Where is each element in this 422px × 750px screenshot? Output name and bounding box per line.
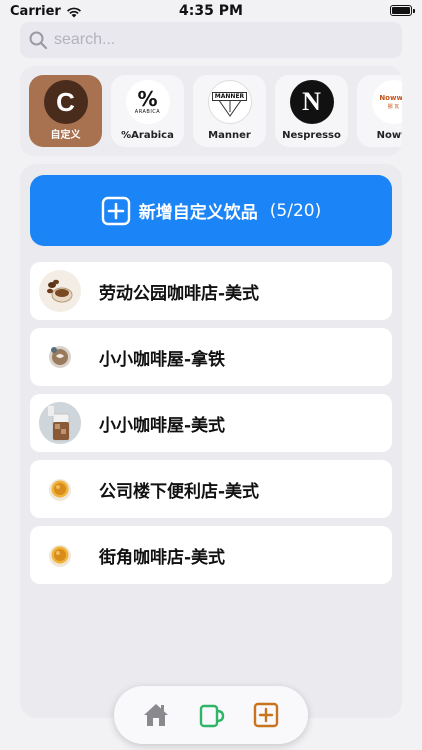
battery-icon bbox=[390, 5, 415, 16]
manner-logo-text: MANNER bbox=[211, 92, 248, 101]
plus-square-icon bbox=[254, 702, 279, 728]
brand-item-custom[interactable]: C 自定义 bbox=[29, 75, 102, 147]
main-panel: 新增自定义饮品 (5/20) 劳动公园咖啡店-美式 小小咖啡屋-拿铁 小小咖啡屋… bbox=[20, 164, 402, 718]
add-button-label: 新增自定义饮品 bbox=[138, 203, 258, 223]
arabica-logo: % ARABICA bbox=[125, 80, 170, 124]
list-item[interactable]: 小小咖啡屋-拿铁 bbox=[30, 328, 392, 386]
manner-logo: MANNER bbox=[207, 80, 252, 124]
nespresso-logo: N bbox=[289, 80, 334, 124]
custom-logo: C bbox=[43, 80, 88, 124]
iced-coffee-glass-icon bbox=[39, 402, 81, 444]
search-input[interactable] bbox=[54, 31, 374, 49]
nowwa-logo-subtext: 挪 瓦 bbox=[387, 104, 400, 110]
drink-name: 小小咖啡屋-拿铁 bbox=[99, 349, 226, 370]
brand-name-manner: Manner bbox=[208, 130, 251, 141]
nespresso-logo-letter: N bbox=[302, 87, 321, 116]
home-icon bbox=[143, 704, 168, 726]
brand-name-nespresso: Nespresso bbox=[282, 130, 341, 141]
brand-item-nespresso[interactable]: N Nespresso bbox=[275, 75, 348, 147]
list-item[interactable]: 街角咖啡店-美式 bbox=[30, 526, 392, 584]
tab-bar bbox=[114, 686, 308, 744]
brand-strip[interactable]: C 自定义 % ARABICA %Arabica MANNER Manner N… bbox=[20, 66, 402, 156]
add-button-count: (5/20) bbox=[269, 200, 322, 221]
brand-name-arabica: %Arabica bbox=[121, 130, 174, 141]
custom-logo-letter: C bbox=[56, 86, 75, 117]
list-item[interactable]: 公司楼下便利店-美式 bbox=[30, 460, 392, 518]
coffee-cup-topview-icon bbox=[39, 468, 81, 510]
list-item[interactable]: 小小咖啡屋-美式 bbox=[30, 394, 392, 452]
search-bar[interactable] bbox=[20, 22, 402, 58]
arabica-logo-subtext: ARABICA bbox=[134, 109, 161, 115]
tab-home[interactable] bbox=[138, 697, 174, 733]
search-icon bbox=[29, 31, 48, 50]
status-time: 4:35 PM bbox=[179, 3, 243, 19]
nowwa-logo: Nowwa 挪 瓦 bbox=[371, 80, 402, 124]
manner-logo-art bbox=[214, 95, 245, 117]
brand-item-manner[interactable]: MANNER Manner bbox=[193, 75, 266, 147]
drink-name: 公司楼下便利店-美式 bbox=[99, 481, 260, 502]
drink-name: 小小咖啡屋-美式 bbox=[99, 415, 226, 436]
tab-drinks[interactable] bbox=[193, 697, 229, 733]
drink-list: 劳动公园咖啡店-美式 小小咖啡屋-拿铁 小小咖啡屋-美式 公司楼下便利店-美式 … bbox=[30, 262, 392, 592]
latte-cup-icon bbox=[39, 336, 81, 378]
brand-name-custom: 自定义 bbox=[50, 130, 81, 141]
nowwa-logo-text: Nowwa bbox=[379, 94, 402, 102]
brand-name-nowwa: Noww bbox=[376, 130, 402, 141]
tab-add[interactable] bbox=[248, 697, 284, 733]
coffee-beans-cup-icon bbox=[39, 270, 81, 312]
plus-square-icon bbox=[101, 196, 130, 225]
brand-item-arabica[interactable]: % ARABICA %Arabica bbox=[111, 75, 184, 147]
list-item[interactable]: 劳动公园咖啡店-美式 bbox=[30, 262, 392, 320]
mug-icon bbox=[199, 704, 225, 728]
drink-name: 街角咖啡店-美式 bbox=[99, 547, 226, 568]
drink-name: 劳动公园咖啡店-美式 bbox=[99, 283, 260, 304]
brand-item-nowwa[interactable]: Nowwa 挪 瓦 Noww bbox=[357, 75, 402, 147]
add-custom-drink-button[interactable]: 新增自定义饮品 (5/20) bbox=[30, 175, 392, 246]
coffee-cup-topview-icon bbox=[39, 534, 81, 576]
arabica-logo-mark: % bbox=[137, 87, 158, 111]
